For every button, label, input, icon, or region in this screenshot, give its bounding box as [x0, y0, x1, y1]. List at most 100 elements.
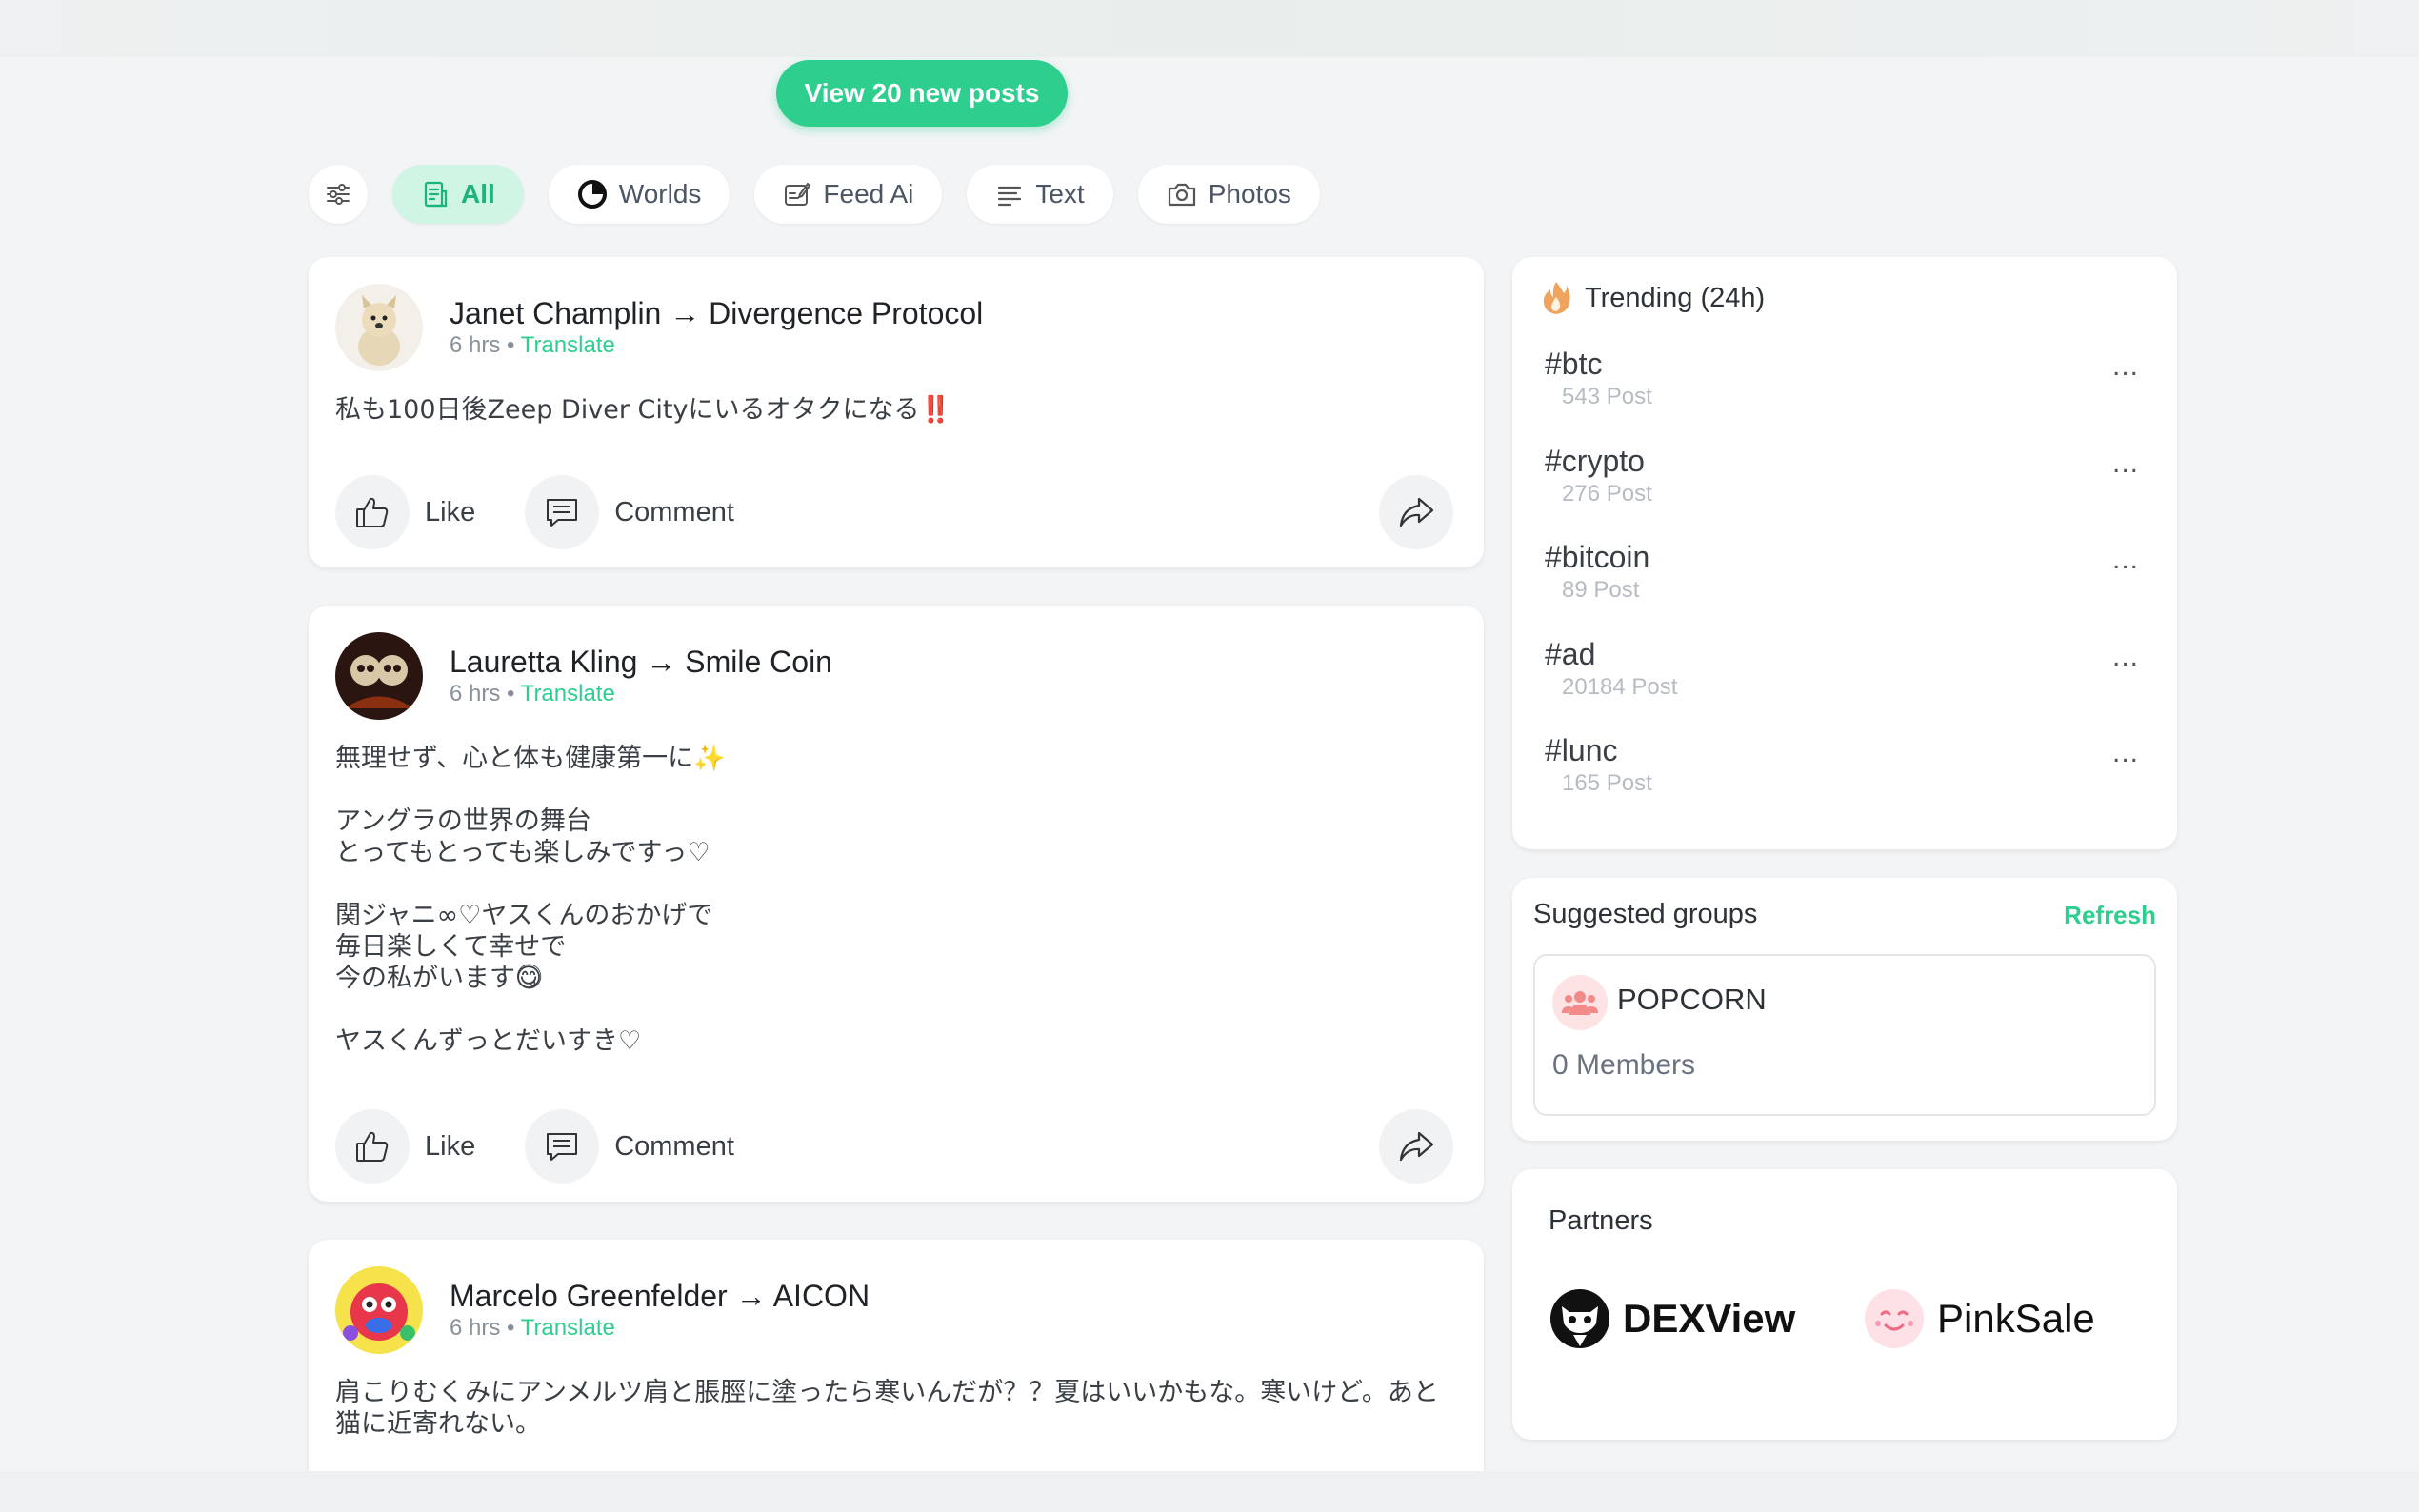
filter-chip-all[interactable]: All: [392, 165, 524, 224]
like-button[interactable]: Like: [335, 475, 475, 549]
filter-settings-button[interactable]: [309, 165, 368, 224]
refresh-button[interactable]: Refresh: [2064, 901, 2156, 930]
post-author-line: Janet Champlin → Divergence Protocol: [450, 295, 983, 331]
share-button[interactable]: [1379, 475, 1453, 549]
filter-chip-label: Feed Ai: [823, 179, 914, 209]
filter-chip-label: Text: [1035, 179, 1085, 209]
filter-chip-text[interactable]: Text: [967, 165, 1113, 224]
like-label: Like: [425, 1130, 476, 1162]
post-target[interactable]: Divergence Protocol: [709, 296, 983, 330]
filter-chip-label: All: [461, 179, 495, 209]
trending-title: Trending (24h): [1585, 282, 1766, 313]
group-item[interactable]: POPCORN 0 Members: [1533, 954, 2156, 1116]
post-meta: 6 hrs • Translate: [450, 331, 983, 360]
translate-link[interactable]: Translate: [521, 332, 615, 358]
trending-count: 20184 Post: [1562, 674, 1678, 700]
document-icon: [424, 181, 448, 208]
post-author[interactable]: Janet Champlin: [450, 296, 661, 330]
filter-chip-label: Photos: [1208, 179, 1291, 209]
view-new-posts-button[interactable]: View 20 new posts: [776, 60, 1068, 127]
trending-item-ad[interactable]: #ad 20184 Post ...: [1545, 635, 2149, 711]
monster-avatar-icon: [335, 1266, 423, 1354]
trending-item-btc[interactable]: #btc 543 Post ...: [1545, 345, 2149, 421]
post-time: 6 hrs: [450, 1315, 501, 1341]
avatar[interactable]: [335, 632, 423, 720]
dog-avatar-icon: [335, 284, 423, 371]
bottom-fade: [0, 1471, 2419, 1512]
post-meta: 6 hrs • Translate: [450, 680, 832, 708]
post-card: Lauretta Kling → Smile Coin 6 hrs • Tran…: [309, 606, 1484, 1202]
meta-separator: •: [507, 332, 515, 358]
worlds-icon: [577, 180, 607, 209]
filter-chip-feed-ai[interactable]: Feed Ai: [754, 165, 943, 224]
trending-card: Trending (24h) #btc 543 Post ... #crypto…: [1512, 257, 2177, 849]
more-options-icon[interactable]: ...: [2112, 448, 2139, 480]
trending-count: 276 Post: [1562, 481, 1652, 507]
dexview-logo-icon: [1550, 1289, 1609, 1348]
group-icon: [1552, 975, 1608, 1030]
post-time: 6 hrs: [450, 681, 501, 706]
more-options-icon[interactable]: ...: [2112, 737, 2139, 769]
partners-card: Partners DEXView PinkSale: [1512, 1169, 2177, 1440]
share-button[interactable]: [1379, 1109, 1453, 1184]
like-button[interactable]: Like: [335, 1109, 475, 1184]
partner-name: PinkSale: [1937, 1296, 2095, 1341]
partner-dexview[interactable]: DEXView: [1549, 1287, 1795, 1350]
text-lines-icon: [998, 186, 1022, 207]
more-options-icon[interactable]: ...: [2112, 641, 2139, 673]
post-target[interactable]: AICON: [773, 1279, 870, 1313]
trending-count: 543 Post: [1562, 384, 1652, 409]
translate-link[interactable]: Translate: [521, 1315, 615, 1341]
post-card: Marcelo Greenfelder → AICON 6 hrs • Tran…: [309, 1240, 1484, 1487]
post-actions: Like Comment: [335, 474, 1453, 550]
trending-header: Trending (24h): [1541, 280, 1765, 316]
thumbs-up-icon: [356, 497, 389, 527]
thumbs-up-icon: [356, 1131, 389, 1162]
partners-title: Partners: [1549, 1205, 1653, 1236]
skull-avatar-icon: [335, 632, 423, 720]
post-target[interactable]: Smile Coin: [685, 645, 832, 679]
more-options-icon[interactable]: ...: [2112, 350, 2139, 383]
trending-count: 89 Post: [1562, 577, 1640, 603]
group-name: POPCORN: [1617, 983, 1767, 1016]
post-card: Janet Champlin → Divergence Protocol 6 h…: [309, 257, 1484, 567]
translate-link[interactable]: Translate: [521, 681, 615, 706]
filter-chip-worlds[interactable]: Worlds: [548, 165, 730, 224]
like-label: Like: [425, 496, 476, 527]
comment-label: Comment: [614, 496, 734, 527]
post-author[interactable]: Lauretta Kling: [450, 645, 637, 679]
arrow-right-icon: →: [735, 1279, 767, 1313]
avatar[interactable]: [335, 1266, 423, 1354]
edit-feed-icon: [785, 182, 811, 206]
arrow-right-icon: →: [646, 645, 677, 679]
trending-tag: #btc: [1545, 347, 1603, 381]
comment-button[interactable]: Comment: [525, 475, 734, 549]
comment-button[interactable]: Comment: [525, 1109, 734, 1184]
partner-pinksale[interactable]: PinkSale: [1863, 1287, 2095, 1350]
post-body: 私も100日後Zeep Diver Cityにいるオタクになる‼️: [335, 395, 952, 425]
share-icon: [1399, 1131, 1434, 1162]
feed-filter-bar: All Worlds Feed Ai Text Photos: [309, 164, 1320, 225]
trending-count: 165 Post: [1562, 770, 1652, 796]
filter-chip-label: Worlds: [618, 179, 702, 209]
arrow-right-icon: →: [670, 296, 701, 330]
meta-separator: •: [507, 681, 515, 706]
post-author[interactable]: Marcelo Greenfelder: [450, 1279, 728, 1313]
comment-label: Comment: [614, 1130, 734, 1162]
post-time: 6 hrs: [450, 332, 501, 358]
trending-item-bitcoin[interactable]: #bitcoin 89 Post ...: [1545, 538, 2149, 614]
people-icon: [1562, 991, 1598, 1015]
trending-tag: #crypto: [1545, 444, 1645, 478]
group-members: 0 Members: [1552, 1049, 1696, 1081]
top-banner-area: [0, 0, 2419, 57]
suggested-groups-title: Suggested groups: [1533, 899, 1758, 929]
filter-chip-photos[interactable]: Photos: [1137, 165, 1320, 224]
trending-item-crypto[interactable]: #crypto 276 Post ...: [1545, 442, 2149, 518]
post-actions: Like Comment: [335, 1108, 1453, 1184]
trending-tag: #lunc: [1545, 733, 1618, 767]
avatar[interactable]: [335, 284, 423, 371]
trending-item-lunc[interactable]: #lunc 165 Post ...: [1545, 731, 2149, 807]
fire-icon: [1543, 282, 1570, 314]
more-options-icon[interactable]: ...: [2112, 544, 2139, 576]
suggested-groups-card: Suggested groups Refresh POPCORN 0 Membe…: [1512, 878, 2177, 1141]
